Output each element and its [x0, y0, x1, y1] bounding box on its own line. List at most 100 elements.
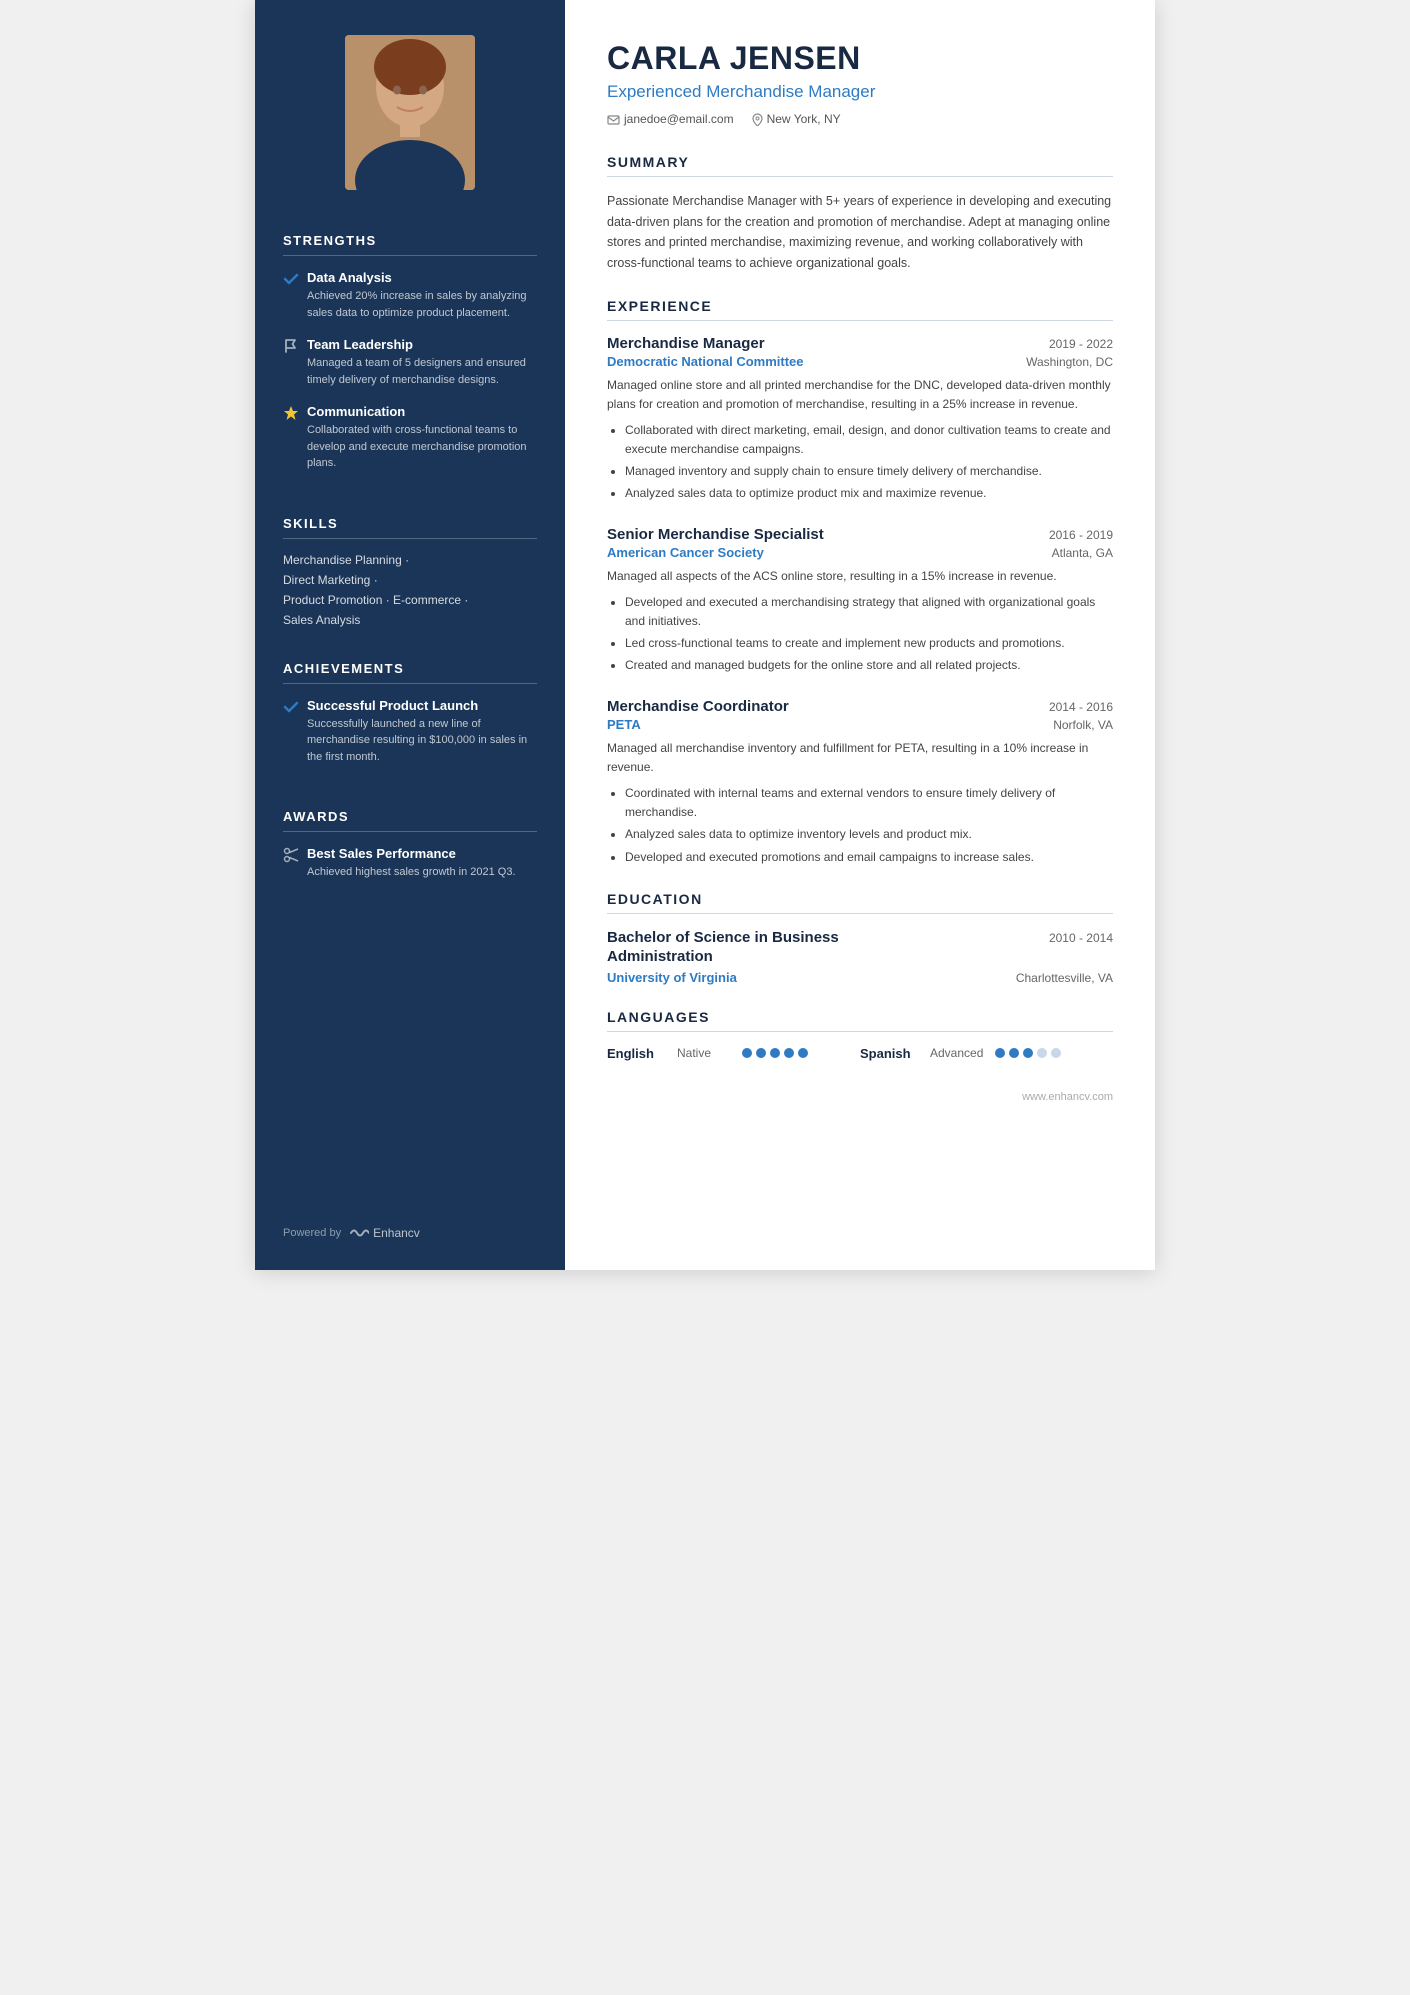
exp-dates-2: 2016 - 2019 — [1049, 528, 1113, 542]
candidate-title: Experienced Merchandise Manager — [607, 82, 1113, 102]
exp-org-3: PETA — [607, 717, 641, 732]
strengths-title: STRENGTHS — [283, 233, 537, 256]
lang-dot-s1 — [995, 1048, 1005, 1058]
exp-location-2: Atlanta, GA — [1052, 546, 1113, 560]
exp-bullets-2: Developed and executed a merchandising s… — [607, 593, 1113, 676]
strength-item-3: Communication Collaborated with cross-fu… — [283, 404, 537, 472]
edu-org-1: University of Virginia — [607, 970, 737, 985]
lang-dot-4 — [784, 1048, 794, 1058]
exp-bullet-1-3: Analyzed sales data to optimize product … — [625, 484, 1113, 503]
email-value: janedoe@email.com — [624, 112, 734, 126]
summary-text: Passionate Merchandise Manager with 5+ y… — [607, 191, 1113, 274]
main-footer: www.enhancv.com — [607, 1091, 1113, 1103]
exp-org-2: American Cancer Society — [607, 545, 764, 560]
lang-dot-s5 — [1051, 1048, 1061, 1058]
language-spanish: Spanish Advanced — [860, 1046, 1113, 1061]
achievement-desc-1: Successfully launched a new line of merc… — [307, 716, 537, 766]
location-icon — [752, 113, 763, 126]
language-english: English Native — [607, 1046, 860, 1061]
education-entry-1: Bachelor of Science in Business Administ… — [607, 928, 1113, 985]
lang-level-english: Native — [677, 1046, 732, 1060]
location-value: New York, NY — [767, 112, 841, 126]
lang-dot-s4 — [1037, 1048, 1047, 1058]
lang-dots-english — [742, 1048, 808, 1058]
exp-bullet-1-2: Managed inventory and supply chain to en… — [625, 462, 1113, 481]
exp-location-1: Washington, DC — [1026, 355, 1113, 369]
award-title-1: Best Sales Performance — [307, 846, 516, 861]
exp-dates-3: 2014 - 2016 — [1049, 700, 1113, 714]
exp-bullets-3: Coordinated with internal teams and exte… — [607, 784, 1113, 867]
exp-org-1: Democratic National Committee — [607, 354, 804, 369]
skill-item-1: Merchandise Planning · — [283, 553, 537, 567]
exp-org-row-3: PETA Norfolk, VA — [607, 717, 1113, 732]
strength-desc-3: Collaborated with cross-functional teams… — [307, 422, 537, 472]
strength-desc-2: Managed a team of 5 designers and ensure… — [307, 355, 537, 388]
sidebar: STRENGTHS Data Analysis Achieved 20% inc… — [255, 0, 565, 1270]
lang-dot-s2 — [1009, 1048, 1019, 1058]
exp-bullet-3-2: Analyzed sales data to optimize inventor… — [625, 825, 1113, 844]
exp-org-row-2: American Cancer Society Atlanta, GA — [607, 545, 1113, 560]
exp-bullet-2-2: Led cross-functional teams to create and… — [625, 634, 1113, 653]
summary-section-title: SUMMARY — [607, 154, 1113, 177]
lang-name-spanish: Spanish — [860, 1046, 920, 1061]
exp-dates-1: 2019 - 2022 — [1049, 337, 1113, 351]
exp-desc-1: Managed online store and all printed mer… — [607, 376, 1113, 414]
lang-level-spanish: Advanced — [930, 1046, 985, 1060]
edu-location-1: Charlottesville, VA — [1016, 971, 1113, 985]
main-content: CARLA JENSEN Experienced Merchandise Man… — [565, 0, 1155, 1270]
edu-org-row-1: University of Virginia Charlottesville, … — [607, 970, 1113, 985]
check-icon-achievement — [283, 699, 299, 720]
resume-container: STRENGTHS Data Analysis Achieved 20% inc… — [255, 0, 1155, 1270]
exp-bullet-2-3: Created and managed budgets for the onli… — [625, 656, 1113, 675]
award-item-1: Best Sales Performance Achieved highest … — [283, 846, 537, 881]
lang-dot-5 — [798, 1048, 808, 1058]
achievements-title: ACHIEVEMENTS — [283, 661, 537, 684]
award-desc-1: Achieved highest sales growth in 2021 Q3… — [307, 864, 516, 881]
check-icon-1 — [283, 271, 299, 292]
lang-dot-1 — [742, 1048, 752, 1058]
exp-role-2: Senior Merchandise Specialist — [607, 526, 824, 543]
strength-title-3: Communication — [307, 404, 537, 419]
skills-title: SKILLS — [283, 516, 537, 539]
contact-row: janedoe@email.com New York, NY — [607, 112, 1113, 126]
awards-section: AWARDS Best Sales Performance Achieved h… — [255, 791, 565, 907]
email-contact: janedoe@email.com — [607, 112, 734, 126]
powered-by-label: Powered by — [283, 1227, 341, 1239]
lang-dot-3 — [770, 1048, 780, 1058]
enhancv-logo: Enhancv — [349, 1226, 420, 1240]
exp-bullets-1: Collaborated with direct marketing, emai… — [607, 421, 1113, 504]
exp-desc-3: Managed all merchandise inventory and fu… — [607, 739, 1113, 777]
lang-dots-spanish — [995, 1048, 1061, 1058]
lang-dot-2 — [756, 1048, 766, 1058]
skill-item-4: Sales Analysis — [283, 613, 537, 627]
strength-item-2: Team Leadership Managed a team of 5 desi… — [283, 337, 537, 388]
achievements-section: ACHIEVEMENTS Successful Product Launch S… — [255, 643, 565, 792]
skill-item-3: Product Promotion · E-commerce · — [283, 593, 537, 607]
languages-section-title: LANGUAGES — [607, 1009, 1113, 1032]
edu-degree-1: Bachelor of Science in Business Administ… — [607, 928, 936, 967]
achievement-item-1: Successful Product Launch Successfully l… — [283, 698, 537, 766]
strengths-section: STRENGTHS Data Analysis Achieved 20% inc… — [255, 215, 565, 498]
strength-item-1: Data Analysis Achieved 20% increase in s… — [283, 270, 537, 321]
exp-role-1: Merchandise Manager — [607, 335, 765, 352]
footer-url: www.enhancv.com — [1022, 1091, 1113, 1103]
sidebar-footer: Powered by Enhancv — [255, 1208, 565, 1240]
achievement-title-1: Successful Product Launch — [307, 698, 537, 713]
experience-section-title: EXPERIENCE — [607, 298, 1113, 321]
skills-section: SKILLS Merchandise Planning · Direct Mar… — [255, 498, 565, 643]
candidate-name: CARLA JENSEN — [607, 40, 1113, 77]
experience-entry-1: Merchandise Manager 2019 - 2022 Democrat… — [607, 335, 1113, 504]
strength-title-2: Team Leadership — [307, 337, 537, 352]
lang-dot-s3 — [1023, 1048, 1033, 1058]
education-section-title: EDUCATION — [607, 891, 1113, 914]
enhancv-brand: Enhancv — [373, 1226, 420, 1240]
strength-title-1: Data Analysis — [307, 270, 537, 285]
strength-desc-1: Achieved 20% increase in sales by analyz… — [307, 288, 537, 321]
location-contact: New York, NY — [752, 112, 841, 126]
lang-name-english: English — [607, 1046, 667, 1061]
experience-entry-3: Merchandise Coordinator 2014 - 2016 PETA… — [607, 698, 1113, 867]
exp-header-1: Merchandise Manager 2019 - 2022 — [607, 335, 1113, 352]
experience-entry-2: Senior Merchandise Specialist 2016 - 201… — [607, 526, 1113, 676]
awards-title: AWARDS — [283, 809, 537, 832]
edu-header-1: Bachelor of Science in Business Administ… — [607, 928, 1113, 967]
